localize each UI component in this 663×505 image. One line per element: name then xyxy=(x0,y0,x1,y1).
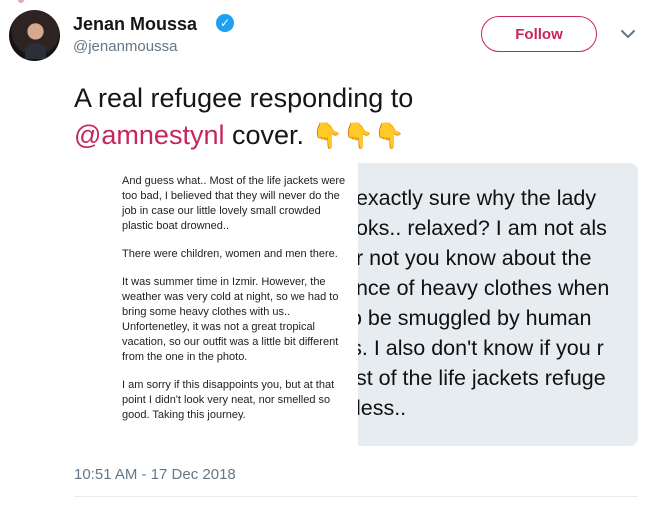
image-paragraph: I am sorry if this disappoints you, but … xyxy=(122,379,335,421)
image-back-line: rs. I also don't know if you r xyxy=(344,336,604,360)
image-paragraph: It was summer time in Izmir. However, th… xyxy=(122,276,339,363)
follow-button[interactable]: Follow xyxy=(481,16,597,52)
image-paragraph: There were children, women and men there… xyxy=(122,248,338,260)
image-back-line: ance of heavy clothes when xyxy=(344,276,610,300)
image-back-line: or not you know about the xyxy=(344,246,592,270)
tweet-text-line2: cover. xyxy=(224,120,312,150)
chevron-down-icon[interactable] xyxy=(618,24,638,44)
author-name[interactable]: Jenan Moussa xyxy=(73,13,197,35)
image-back-text: t exactly sure why the lady ooks.. relax… xyxy=(344,183,638,423)
mention-link[interactable]: @amnestynl xyxy=(74,120,224,150)
author-handle[interactable]: @jenanmoussa xyxy=(73,38,177,56)
tweet-timestamp[interactable]: 10:51 AM - 17 Dec 2018 xyxy=(74,466,236,483)
top-indicator xyxy=(18,0,24,3)
divider xyxy=(74,496,638,497)
image-back-line: ost of the life jackets refuge xyxy=(344,366,606,390)
tweet-image[interactable]: t exactly sure why the lady ooks.. relax… xyxy=(114,163,638,446)
image-front-card: And guess what.. Most of the life jacket… xyxy=(114,163,358,446)
avatar[interactable] xyxy=(9,10,60,61)
image-back-line: ooks.. relaxed? I am not als xyxy=(344,216,607,240)
image-back-line: t exactly sure why the lady xyxy=(344,186,597,210)
pointing-down-emoji-icons: 👇👇👇 xyxy=(311,122,405,150)
image-back-line: to be smuggled by human xyxy=(344,306,592,330)
image-paragraph: And guess what.. Most of the life jacket… xyxy=(122,175,346,232)
tweet-text-line1: A real refugee responding to xyxy=(74,83,414,113)
verified-badge-icon: ✓ xyxy=(216,14,234,32)
tweet-text: A real refugee responding to @amnestynl … xyxy=(74,80,413,155)
image-back-line: eless.. xyxy=(344,396,407,420)
